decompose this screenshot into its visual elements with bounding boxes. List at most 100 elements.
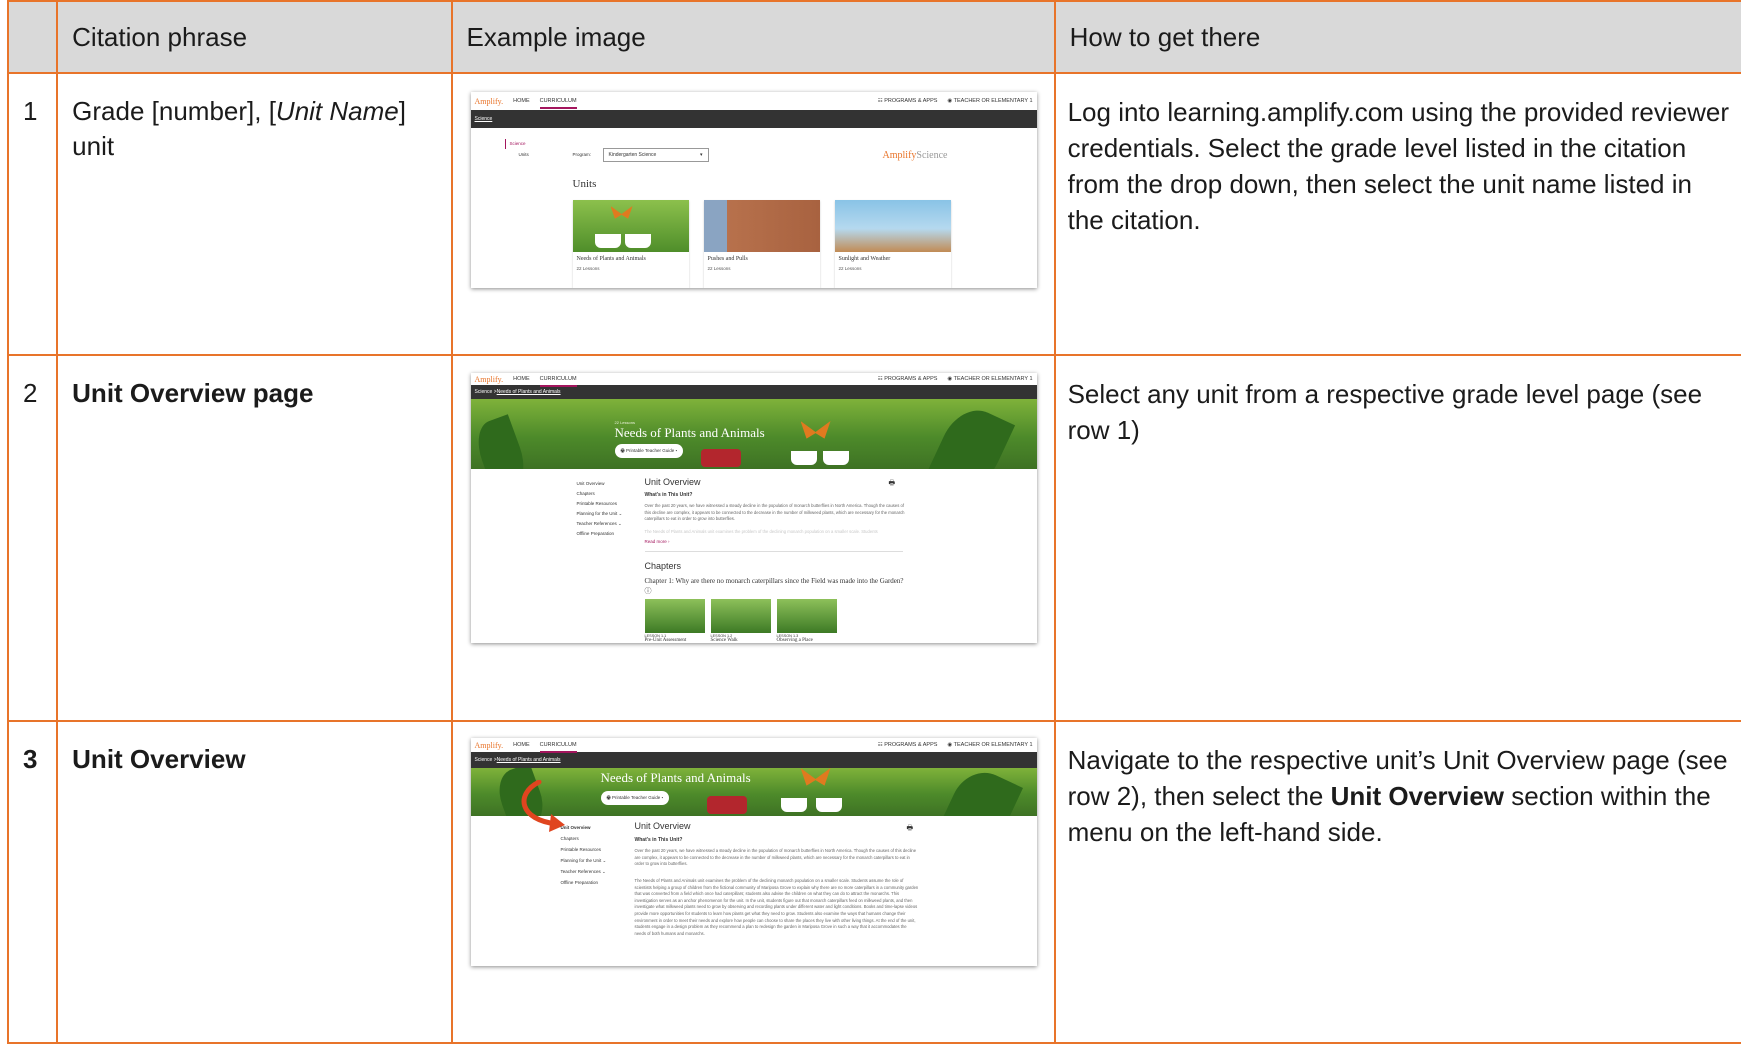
example-image-cell: Amplify. HOME CURRICULUM ☷ PROGRAMS & AP… xyxy=(450,720,1056,1044)
plant-pot-image xyxy=(624,234,651,248)
red-arrow-icon xyxy=(521,780,565,832)
brand-science: Science xyxy=(916,150,948,161)
how-bold: Unit Overview xyxy=(1330,781,1505,811)
amplify-logo: Amplify. xyxy=(474,740,504,750)
menu-printable-resources[interactable]: Printable Resources xyxy=(577,499,623,509)
menu-unit-overview[interactable]: Unit Overview xyxy=(561,822,607,833)
example-image-cell: Amplify. HOME CURRICULUM ☷ PROGRAMS & AP… xyxy=(450,72,1056,356)
program-label: Program: xyxy=(572,152,592,157)
teacher-account: ◉ TEACHER OR ELEMENTARY 1 xyxy=(947,742,1033,748)
table-row: 3 Unit Overview Amplify. HOME CURRICULUM… xyxy=(6,720,1741,1044)
menu-offline-preparation[interactable]: Offline Preparation xyxy=(561,877,607,888)
lesson-title: Science Walk xyxy=(710,638,738,643)
app-header: Amplify. HOME CURRICULUM ☷ PROGRAMS & AP… xyxy=(471,92,1037,110)
read-more-link[interactable]: Read more › xyxy=(645,539,670,544)
programs-apps: ☷ PROGRAMS & APPS xyxy=(877,742,938,748)
citation-table: Citation phrase Example image How to get… xyxy=(6,0,1741,1044)
leaf-image xyxy=(938,768,1023,816)
breadcrumb: Science xyxy=(474,116,493,122)
unit-overview-page-screenshot: Amplify. HOME CURRICULUM ☷ PROGRAMS & AP… xyxy=(470,373,1037,643)
menu-unit-overview[interactable]: Unit Overview xyxy=(577,479,623,489)
header-number xyxy=(6,0,59,74)
nav-curriculum: CURRICULUM xyxy=(539,376,577,387)
menu-chapters[interactable]: Chapters xyxy=(561,833,607,844)
row-number: 3 xyxy=(6,720,59,1044)
amplify-logo: Amplify. xyxy=(474,374,504,384)
breadcrumb-bar: Science > Needs of Plants and Animals xyxy=(470,385,1037,399)
citation-phrase: Unit Overview xyxy=(56,720,453,1044)
amplify-science-brand: AmplifyScience xyxy=(883,150,948,161)
print-icon[interactable]: 🖶 xyxy=(889,479,896,490)
units-page-screenshot: Amplify. HOME CURRICULUM ☷ PROGRAMS & AP… xyxy=(470,92,1037,288)
unit-hero-banner: 22 Lessons Needs of Plants and Animals 🖶… xyxy=(470,399,1037,469)
unit-card: Needs of Plants and Animals 22 Lessons xyxy=(572,200,689,288)
nav-home: HOME xyxy=(513,98,530,104)
overview-paragraph-faded: The Needs of Plants and Animals unit exa… xyxy=(644,529,878,534)
printable-teacher-guide-button[interactable]: 🖶 Printable Teacher Guide ▾ xyxy=(614,444,684,458)
section-title: Unit Overview xyxy=(634,821,691,831)
breadcrumb-unit: Needs of Plants and Animals xyxy=(496,757,561,763)
app-header: Amplify. HOME CURRICULUM ☷ PROGRAMS & AP… xyxy=(471,373,1037,387)
lesson-label: LESSON 1.1 Pre-Unit Assessment xyxy=(645,634,687,643)
lesson-thumbnail[interactable] xyxy=(776,599,837,633)
header-citation-phrase: Citation phrase xyxy=(56,0,453,74)
overview-paragraph: Over the past 20 years, we have witnesse… xyxy=(634,848,917,867)
nav-curriculum: CURRICULUM xyxy=(539,742,577,753)
chevron-down-icon: ▾ xyxy=(700,152,703,158)
lesson-thumbnail[interactable] xyxy=(710,599,771,633)
breadcrumb-bar: Science > Needs of Plants and Animals xyxy=(470,752,1037,768)
whats-in-heading: What’s in This Unit? xyxy=(644,492,693,498)
breadcrumb-unit: Needs of Plants and Animals xyxy=(496,389,561,395)
watering-can-image xyxy=(700,449,741,467)
lesson-thumbnail[interactable] xyxy=(644,599,705,633)
whats-in-heading: What’s in This Unit? xyxy=(634,837,683,843)
table-row: 1 Grade [number], [Unit Name] unit Ampli… xyxy=(6,72,1741,356)
citation-phrase: Grade [number], [Unit Name] unit xyxy=(56,72,453,356)
leaf-image xyxy=(470,414,532,469)
programs-apps: ☷ PROGRAMS & APPS xyxy=(877,98,938,104)
table-row: 2 Unit Overview page Amplify. HOME CURRI… xyxy=(6,354,1741,722)
how-to-get-there: Navigate to the respective unit’s Unit O… xyxy=(1053,720,1741,1044)
row-number: 1 xyxy=(6,72,59,356)
citation-phrase: Unit Overview page xyxy=(56,354,453,722)
butterfly-image xyxy=(610,206,633,219)
unit-menu: Unit Overview Chapters Printable Resourc… xyxy=(577,479,623,539)
divider xyxy=(644,551,903,552)
overview-paragraph-2: The Needs of Plants and Animals unit exa… xyxy=(634,878,919,936)
unit-title: Needs of Plants and Animals xyxy=(576,256,646,262)
plant-pot-image xyxy=(780,798,807,812)
menu-offline-preparation[interactable]: Offline Preparation xyxy=(577,529,623,539)
print-icon[interactable]: 🖶 xyxy=(907,824,914,835)
menu-printable-resources[interactable]: Printable Resources xyxy=(561,844,607,855)
row-number: 2 xyxy=(6,354,59,722)
unit-image xyxy=(834,200,951,252)
menu-teacher-references[interactable]: Teacher References ⌄ xyxy=(577,519,623,529)
menu-planning[interactable]: Planning for the Unit ⌄ xyxy=(577,509,623,519)
plant-pot-image xyxy=(815,798,842,812)
plant-pot-image xyxy=(594,234,621,248)
nav-home: HOME xyxy=(513,742,530,748)
hero-title: Needs of Plants and Animals xyxy=(600,770,751,785)
unit-lessons: 22 Lessons xyxy=(707,266,731,271)
butterfly-image xyxy=(800,768,831,786)
chapters-title: Chapters xyxy=(644,561,682,571)
phrase-italic: Unit Name xyxy=(275,96,399,126)
nav-home: HOME xyxy=(513,376,530,382)
header-how-to-get-there: How to get there xyxy=(1053,0,1741,74)
header-row: Citation phrase Example image How to get… xyxy=(6,0,1741,74)
teacher-account: ◉ TEACHER OR ELEMENTARY 1 xyxy=(947,98,1033,104)
menu-teacher-references[interactable]: Teacher References ⌄ xyxy=(561,866,607,877)
printable-teacher-guide-button[interactable]: 🖶 Printable Teacher Guide ▾ xyxy=(600,791,670,805)
app-header: Amplify. HOME CURRICULUM ☷ PROGRAMS & AP… xyxy=(471,738,1037,753)
unit-image xyxy=(703,200,820,252)
overview-paragraph: Over the past 20 years, we have witnesse… xyxy=(644,503,905,522)
menu-planning[interactable]: Planning for the Unit ⌄ xyxy=(561,855,607,866)
unit-lessons: 22 Lessons xyxy=(838,266,862,271)
hero-title: Needs of Plants and Animals xyxy=(614,425,765,440)
unit-card: Pushes and Pulls 22 Lessons xyxy=(703,200,820,288)
programs-apps: ☷ PROGRAMS & APPS xyxy=(877,376,938,382)
breadcrumb-root: Science > xyxy=(474,389,497,395)
unit-title: Sunlight and Weather xyxy=(838,256,891,262)
menu-chapters[interactable]: Chapters xyxy=(577,489,623,499)
phrase-part: Grade [number], [ xyxy=(72,96,276,126)
